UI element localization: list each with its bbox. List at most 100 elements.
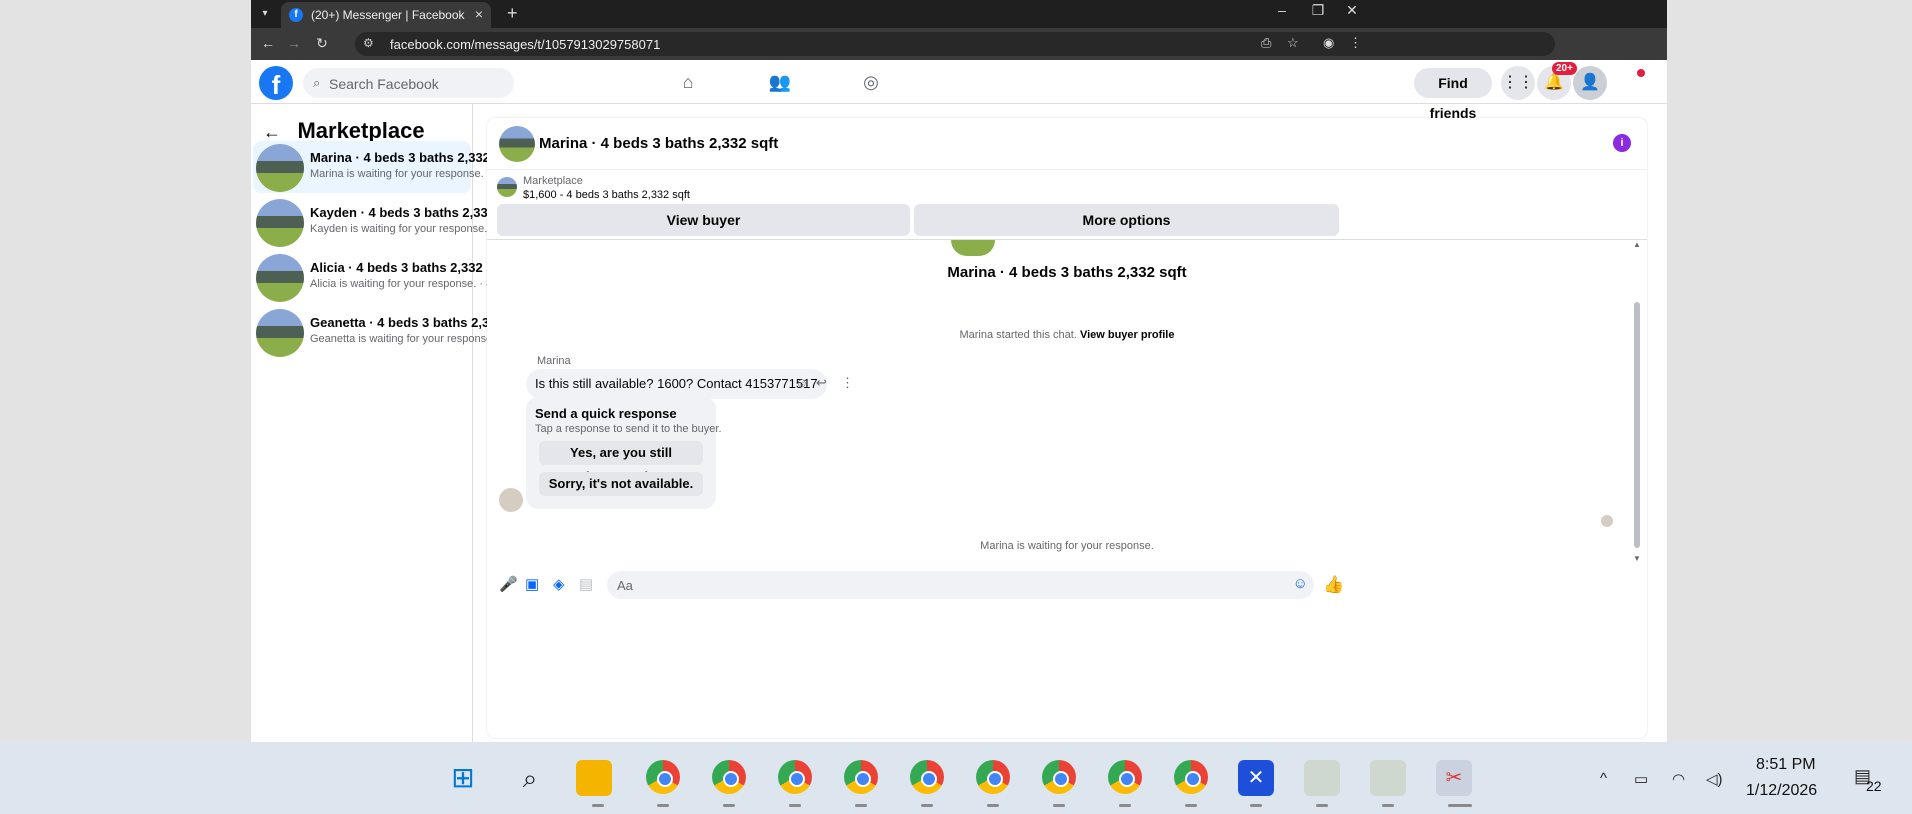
minimize-icon[interactable]: – bbox=[1267, 2, 1297, 18]
find-friends-button[interactable]: Find friends bbox=[1414, 68, 1492, 121]
view-buyer-profile-link[interactable]: View buyer profile bbox=[1080, 329, 1175, 341]
chrome-profile-icon[interactable] bbox=[844, 760, 878, 794]
volume-icon[interactable]: ◁) bbox=[1706, 770, 1723, 788]
message-bubble[interactable]: Is this still available? 1600? Contact 4… bbox=[526, 369, 827, 399]
conversation-status: Alicia is waiting for your response. · 8… bbox=[310, 278, 499, 290]
chrome-profile-icon[interactable] bbox=[712, 760, 746, 794]
site-info-icon[interactable]: ⚙ bbox=[363, 36, 374, 50]
listing-price[interactable]: $1,600 - 4 beds 3 baths 2,332 sqft bbox=[523, 189, 690, 201]
chrome-profile-icon[interactable] bbox=[778, 760, 812, 794]
file-explorer-icon[interactable] bbox=[576, 760, 612, 796]
listing-avatar bbox=[256, 199, 304, 247]
message-input[interactable]: Aa ☺ bbox=[607, 571, 1314, 599]
groups-icon[interactable]: ◎ bbox=[859, 72, 883, 96]
search-facebook-input[interactable]: ⌕ Search Facebook bbox=[303, 68, 514, 98]
chrome-profile-icon[interactable] bbox=[910, 760, 944, 794]
chat-avatar[interactable] bbox=[499, 126, 535, 162]
home-icon[interactable]: ⌂ bbox=[676, 72, 700, 96]
scroll-thumb[interactable] bbox=[1634, 302, 1640, 548]
clock-time[interactable]: 8:51 PM bbox=[1756, 756, 1816, 774]
account-alert-dot bbox=[1637, 69, 1645, 77]
chat-title[interactable]: Marina · 4 beds 3 baths 2,332 sqft bbox=[539, 135, 778, 152]
running-indicator bbox=[1119, 804, 1131, 807]
search-icon[interactable]: ⌕ bbox=[512, 760, 548, 796]
notification-count: 22 bbox=[1866, 778, 1882, 794]
running-indicator bbox=[789, 804, 801, 807]
chrome-icon[interactable] bbox=[646, 760, 680, 794]
menu-grid-icon[interactable]: ⋮⋮ bbox=[1501, 66, 1535, 100]
view-buyer-button[interactable]: View buyer bbox=[497, 204, 910, 236]
chat-scrollbar[interactable]: ▲ ▼ bbox=[1633, 240, 1641, 563]
tab-search-icon[interactable]: ▾ bbox=[255, 4, 275, 24]
address-bar-row: ← → ↻ ⚙ facebook.com/messages/t/10579130… bbox=[251, 28, 1667, 60]
back-arrow-icon[interactable]: ← bbox=[263, 122, 285, 143]
more-icon[interactable]: ⋮ bbox=[841, 375, 854, 391]
clock-date[interactable]: 1/12/2026 bbox=[1746, 782, 1817, 800]
more-options-button[interactable]: More options bbox=[914, 204, 1339, 236]
account-avatar[interactable]: 👤 bbox=[1573, 66, 1607, 100]
friends-icon[interactable]: 👥 bbox=[768, 72, 792, 96]
install-app-icon[interactable]: ⎙ bbox=[1261, 35, 1271, 51]
spreadsheet-app-icon[interactable] bbox=[1370, 760, 1406, 796]
close-window-icon[interactable]: ✕ bbox=[1337, 2, 1367, 19]
chrome-profile-icon[interactable] bbox=[976, 760, 1010, 794]
browser-tab[interactable]: f (20+) Messenger | Facebook × bbox=[281, 2, 491, 28]
quick-reply-button[interactable]: Sorry, it's not available. bbox=[539, 472, 703, 496]
bookmark-star-icon[interactable]: ☆ bbox=[1287, 35, 1299, 51]
react-emoji-icon[interactable]: ☺ bbox=[795, 375, 808, 390]
conversation-status: Kayden is waiting for your response. · 6… bbox=[310, 223, 510, 235]
facebook-logo-icon[interactable]: f bbox=[259, 66, 293, 100]
info-icon[interactable]: i bbox=[1613, 134, 1631, 152]
back-icon[interactable]: ← bbox=[259, 35, 277, 51]
marketplace-sidebar: ← Marketplace Marina · 4 beds 3 baths 2,… bbox=[251, 104, 531, 742]
listing-avatar bbox=[256, 309, 304, 357]
chrome-profile-icon[interactable] bbox=[1174, 760, 1208, 794]
battery-icon[interactable]: ▭ bbox=[1634, 770, 1648, 788]
url-text: facebook.com/messages/t/1057913029758071 bbox=[390, 37, 661, 52]
url-field[interactable]: ⚙ facebook.com/messages/t/10579130297580… bbox=[355, 32, 1555, 56]
search-placeholder: Search Facebook bbox=[329, 76, 439, 92]
spreadsheet-app-icon[interactable] bbox=[1304, 760, 1340, 796]
buyer-avatar-large bbox=[951, 240, 995, 256]
windows-taskbar: ⊞ ⌕ ✕ ✂ ^ ▭ ◠ ◁) 8:51 PM 1/12/2026 ▤ 22 bbox=[0, 742, 1912, 814]
conversation-item[interactable]: Marina · 4 beds 3 baths 2,332 sqft Marin… bbox=[253, 141, 517, 193]
quick-reply-button[interactable]: Yes, are you still interested? bbox=[539, 441, 703, 484]
chrome-profile-icon[interactable] bbox=[1108, 760, 1142, 794]
conversation-name: Alicia · 4 beds 3 baths 2,332 sqft bbox=[310, 260, 511, 275]
listing-thumbnail bbox=[497, 177, 517, 197]
conversation-item[interactable]: Kayden · 4 beds 3 baths 2,332 sqft Kayde… bbox=[253, 196, 522, 248]
chevron-up-icon[interactable]: ^ bbox=[1600, 770, 1607, 787]
conversation-item[interactable]: Geanetta · 4 beds 3 baths 2,332 sqft Gea… bbox=[253, 306, 531, 358]
tab-close-icon[interactable]: × bbox=[475, 6, 483, 22]
running-indicator bbox=[657, 804, 669, 807]
like-thumb-icon[interactable]: 👍 bbox=[1323, 575, 1344, 595]
forward-icon[interactable]: → bbox=[285, 35, 303, 51]
app-x-icon[interactable]: ✕ bbox=[1238, 760, 1274, 796]
conversation-item[interactable]: Alicia · 4 beds 3 baths 2,332 sqft Alici… bbox=[253, 251, 510, 303]
running-indicator bbox=[592, 804, 604, 807]
sticker-icon[interactable]: ◈ bbox=[553, 575, 565, 593]
desktop: ▾ f (20+) Messenger | Facebook × + – ❐ ✕… bbox=[0, 0, 1912, 742]
wifi-icon[interactable]: ◠ bbox=[1672, 770, 1685, 788]
reload-icon[interactable]: ↻ bbox=[313, 35, 331, 52]
scroll-up-icon[interactable]: ▲ bbox=[1633, 240, 1641, 249]
snipping-tool-icon[interactable]: ✂ bbox=[1436, 760, 1472, 796]
emoji-icon[interactable]: ☺ bbox=[1293, 575, 1308, 592]
gif-icon[interactable]: ▤ bbox=[579, 575, 593, 593]
restore-icon[interactable]: ❐ bbox=[1303, 2, 1333, 19]
running-indicator bbox=[1053, 804, 1065, 807]
facebook-favicon-icon: f bbox=[289, 8, 303, 22]
chrome-profile-icon[interactable] bbox=[1042, 760, 1076, 794]
browser-menu-icon[interactable]: ⋮ bbox=[1349, 35, 1362, 51]
photo-icon[interactable]: ▣ bbox=[525, 575, 539, 593]
scroll-down-icon[interactable]: ▼ bbox=[1633, 554, 1641, 563]
new-tab-button[interactable]: + bbox=[507, 3, 518, 24]
start-windows-icon[interactable]: ⊞ bbox=[445, 760, 481, 796]
reply-icon[interactable]: ↩ bbox=[816, 375, 827, 391]
tab-title: (20+) Messenger | Facebook bbox=[311, 8, 465, 22]
profile-icon[interactable]: ◉ bbox=[1323, 35, 1334, 51]
microphone-icon[interactable]: 🎤 bbox=[499, 575, 518, 593]
facebook-header: f ⌕ Search Facebook ⌂ 👥 ◎ Find friends ⋮… bbox=[251, 62, 1667, 121]
running-indicator bbox=[1316, 804, 1328, 807]
seen-avatar bbox=[1601, 515, 1613, 527]
